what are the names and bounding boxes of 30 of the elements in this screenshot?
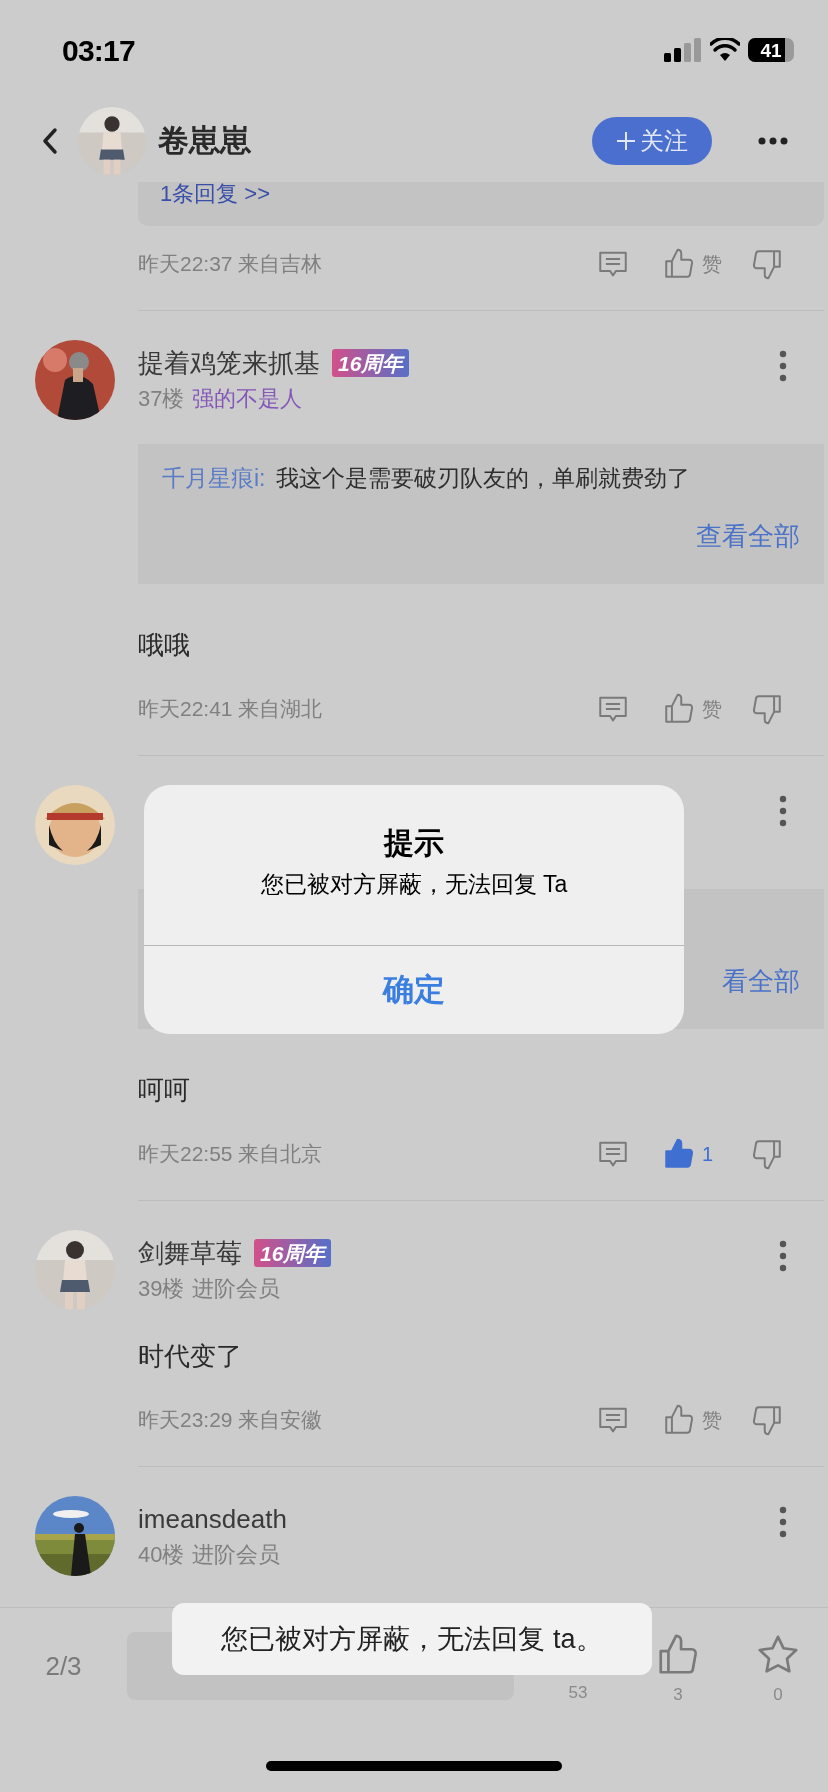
alert-title: 提示 (384, 825, 444, 861)
action-count: 0 (773, 1684, 783, 1706)
reply-text: 我这个是需要破刃队友的，单刷就费劲了 (275, 464, 690, 493)
like-count: 1 (702, 1142, 714, 1167)
page-title: 卷崽崽 (158, 121, 251, 160)
floor-number: 39楼 (138, 1275, 185, 1303)
anniversary-badge: 16周年 (332, 349, 410, 377)
like-label: 赞 (702, 697, 722, 722)
user-title: 进阶会员 (192, 1275, 281, 1303)
action-count: 53 (568, 1682, 588, 1704)
comment-text: 呵呵 (138, 1074, 191, 1107)
action-count: 3 (673, 1684, 683, 1706)
comment-text: 时代变了 (138, 1340, 243, 1373)
page-indicator: 2/3 (44, 1649, 83, 1683)
comment-meta: 昨天22:37 来自吉林 (138, 251, 323, 278)
anniversary-badge: 16周年 (254, 1239, 332, 1267)
comment-meta: 昨天22:55 来自北京 (138, 1141, 323, 1168)
like-label: 赞 (702, 1408, 722, 1433)
comment-meta: 昨天23:29 来自安徽 (138, 1407, 323, 1434)
floor-number: 40楼 (138, 1541, 185, 1569)
comment-meta: 昨天22:41 来自湖北 (138, 696, 323, 723)
comment-text: 哦哦 (138, 629, 191, 662)
floor-number: 37楼 (138, 385, 185, 413)
like-label: 赞 (702, 252, 722, 277)
alert-message: 您已被对方屏蔽，无法回复 Ta (260, 870, 568, 899)
user-title: 强的不是人 (192, 385, 303, 413)
status-time: 03:17 (62, 32, 135, 69)
battery-icon: 41 (748, 38, 794, 62)
user-title: 进阶会员 (192, 1541, 281, 1569)
blocked-toast: 您已被对方屏蔽，无法回复 ta。 (172, 1603, 652, 1675)
